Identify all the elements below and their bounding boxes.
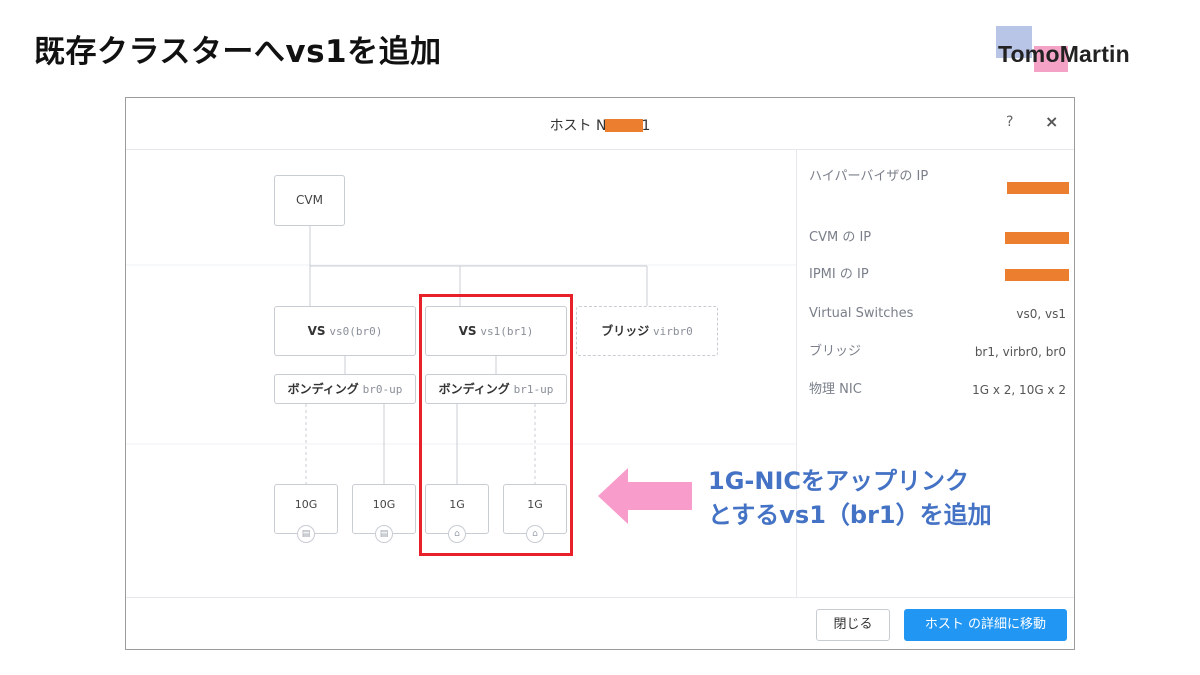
info-value-physical-nic: 1G x 2, 10G x 2: [972, 383, 1066, 397]
info-value-virtual-switches: vs0, vs1: [1016, 307, 1066, 321]
go-to-host-details-button[interactable]: ホスト の詳細に移動: [904, 609, 1067, 641]
slide-title: 既存クラスターへvs1を追加: [34, 34, 442, 70]
ethernet-port-icon: ▤: [297, 525, 315, 543]
nic-10g-1-label: 10G: [294, 498, 318, 511]
redaction-hypervisor-ip: [1007, 182, 1069, 194]
cvm-node[interactable]: CVM: [274, 175, 345, 226]
info-label-virtual-switches: Virtual Switches: [809, 306, 914, 321]
close-button[interactable]: 閉じる: [816, 609, 890, 641]
vs0-node[interactable]: VS vs0(br0): [274, 306, 416, 356]
info-label-hypervisor-ip: ハイパーバイザの IP: [809, 169, 929, 184]
info-label-bridge: ブリッジ: [809, 344, 862, 359]
host-dialog: ホスト N1 ? × CVM VS vs0(br0) VS vs1(br1) ブ…: [125, 97, 1075, 650]
ethernet-port-icon: ▤: [375, 525, 393, 543]
info-value-bridge: br1, virbr0, br0: [974, 345, 1066, 359]
info-label-ipmi-ip: IPMI の IP: [809, 267, 869, 282]
callout-line-1: 1G-NICをアップリンク: [708, 467, 969, 495]
nic-10g-2-label: 10G: [372, 498, 396, 511]
help-icon[interactable]: ?: [1006, 114, 1013, 130]
callout-text: 1G-NICをアップリンク とするvs1（br1）を追加: [708, 464, 992, 532]
dialog-footer: 閉じる ホスト の詳細に移動: [126, 597, 1074, 649]
cvm-label: CVM: [296, 193, 323, 207]
info-label-physical-nic: 物理 NIC: [809, 382, 862, 397]
pointer-arrow-icon: [598, 468, 692, 524]
vs0-id: vs0(br0): [329, 325, 383, 338]
vs0-label: VS: [307, 324, 326, 338]
callout-line-2: とするvs1（br1）を追加: [708, 501, 992, 529]
bond0-node[interactable]: ボンディング br0-up: [274, 374, 416, 404]
brand-logo: TomoMartin: [996, 26, 1156, 76]
close-icon[interactable]: ×: [1045, 112, 1058, 131]
bridge-label: ブリッジ: [601, 324, 650, 338]
brand-name: TomoMartin: [998, 41, 1130, 67]
bond0-id: br0-up: [362, 383, 403, 396]
redaction-cvm-ip: [1005, 232, 1069, 244]
info-label-cvm-ip: CVM の IP: [809, 230, 872, 245]
redaction-ipmi-ip: [1005, 269, 1069, 281]
bridge-id: virbr0: [653, 325, 693, 338]
bridge-node[interactable]: ブリッジ virbr0: [576, 306, 718, 356]
bond0-label: ボンディング: [287, 382, 359, 396]
nic-10g-2[interactable]: 10G ▤: [352, 484, 416, 543]
nic-10g-1[interactable]: 10G ▤: [274, 484, 338, 543]
vs1-highlight-box: [419, 294, 573, 556]
